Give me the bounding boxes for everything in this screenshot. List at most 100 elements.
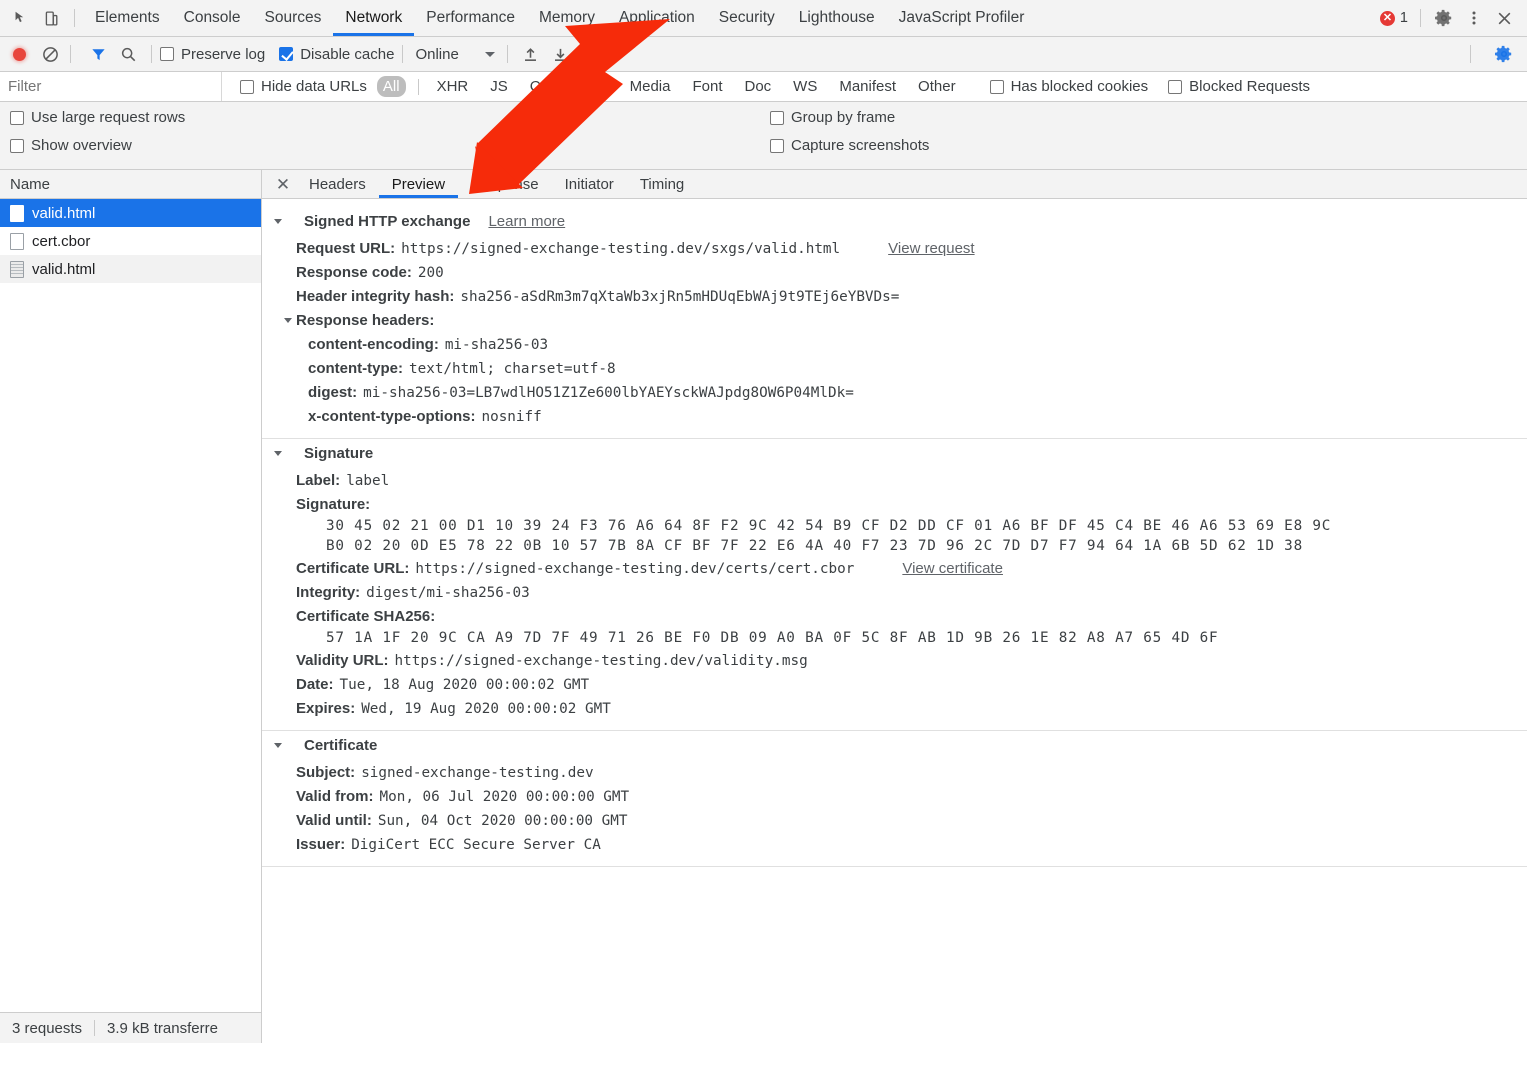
chevron-down-icon (284, 318, 292, 323)
request-url-key: Request URL: (296, 240, 395, 257)
import-har-icon[interactable] (516, 39, 546, 69)
valid-until-key: Valid until: (296, 812, 372, 829)
column-header-name: Name (10, 176, 50, 193)
certificate-section-header[interactable]: Certificate (262, 731, 1527, 760)
panel-tab-lighthouse[interactable]: Lighthouse (787, 0, 887, 36)
type-filter-other[interactable]: Other (912, 76, 962, 97)
signed-exchange-section-header[interactable]: Signed HTTP exchange Learn more (262, 207, 1527, 236)
divider (70, 45, 71, 63)
view-request-link[interactable]: View request (888, 240, 974, 257)
label-key: Label: (296, 472, 340, 489)
filter-input[interactable] (0, 72, 222, 101)
type-filter-all[interactable]: All (377, 76, 406, 97)
response-code-key: Response code: (296, 264, 412, 281)
type-filter-xhr[interactable]: XHR (431, 76, 475, 97)
section-title: Signed HTTP exchange (304, 213, 470, 230)
type-filter-css[interactable]: CSS (524, 76, 567, 97)
type-filter-doc[interactable]: Doc (738, 76, 777, 97)
network-control-toolbar: Preserve log Disable cache Online (0, 37, 1527, 72)
device-toolbar-icon[interactable] (36, 3, 66, 33)
panel-tab-security[interactable]: Security (707, 0, 787, 36)
view-certificate-link[interactable]: View certificate (902, 560, 1003, 577)
detail-tab-response[interactable]: Response (458, 170, 552, 198)
checkbox-box (160, 47, 174, 61)
learn-more-link[interactable]: Learn more (488, 213, 565, 230)
more-vertical-icon[interactable] (1459, 3, 1489, 33)
panel-tab-network[interactable]: Network (333, 0, 414, 36)
signature-section-header[interactable]: Signature (262, 439, 1527, 468)
type-filter-js[interactable]: JS (484, 76, 514, 97)
subject-value: signed-exchange-testing.dev (361, 765, 593, 781)
clear-icon[interactable] (38, 42, 62, 66)
response-header-row: digest: mi-sha256-03=LB7wdlHO51Z1Ze600lb… (262, 380, 1527, 404)
record-button-icon[interactable] (8, 43, 30, 65)
has-blocked-cookies-checkbox[interactable]: Has blocked cookies (990, 78, 1149, 95)
gear-icon[interactable] (1489, 39, 1519, 69)
panel-tab-performance[interactable]: Performance (414, 0, 527, 36)
divider (151, 45, 152, 63)
type-filter-ws[interactable]: WS (787, 76, 823, 97)
chevron-down-icon (485, 52, 495, 57)
panel-tab-javascript-profiler[interactable]: JavaScript Profiler (887, 0, 1037, 36)
panel-tab-application[interactable]: Application (607, 0, 707, 36)
search-icon[interactable] (113, 39, 143, 69)
panel-tab-sources[interactable]: Sources (253, 0, 334, 36)
date-value: Tue, 18 Aug 2020 00:00:02 GMT (340, 677, 590, 693)
show-overview-checkbox[interactable]: Show overview (10, 137, 770, 154)
capture-screenshots-label: Capture screenshots (791, 137, 929, 154)
transferred-size-label: 3.9 kB transferre (95, 1020, 230, 1037)
blocked-requests-label: Blocked Requests (1189, 78, 1310, 95)
network-toolbar-right (1462, 39, 1527, 69)
section-title: Signature (304, 445, 373, 462)
type-filter-font[interactable]: Font (686, 76, 728, 97)
throttling-dropdown[interactable]: Online (411, 46, 498, 63)
type-filter-media[interactable]: Media (624, 76, 677, 97)
preserve-log-checkbox[interactable]: Preserve log (160, 46, 265, 63)
export-har-icon[interactable] (546, 39, 576, 69)
detail-tab-timing[interactable]: Timing (627, 170, 697, 198)
type-filter-img[interactable]: Img (577, 76, 614, 97)
group-by-frame-checkbox[interactable]: Group by frame (770, 109, 929, 126)
response-code-value: 200 (418, 265, 444, 281)
chevron-down-icon (274, 451, 282, 456)
blocked-requests-checkbox[interactable]: Blocked Requests (1168, 78, 1310, 95)
panel-tab-console[interactable]: Console (172, 0, 253, 36)
gear-icon[interactable] (1429, 3, 1459, 33)
request-row-cert-cbor[interactable]: cert.cbor (0, 227, 261, 255)
response-headers-subheader[interactable]: Response headers: (262, 308, 1527, 332)
certificate-valid-until-row: Valid until: Sun, 04 Oct 2020 00:00:00 G… (262, 808, 1527, 832)
header-integrity-value: sha256-aSdRm3m7qXtaWb3xjRn5mHDUqEbWAj9t9… (460, 289, 899, 305)
header-value: mi-sha256-03=LB7wdlHO51Z1Ze600lbYAEYsckW… (363, 385, 854, 401)
request-url-value: https://signed-exchange-testing.dev/sxgs… (401, 241, 840, 257)
checkbox-box (990, 80, 1004, 94)
type-filter-manifest[interactable]: Manifest (833, 76, 902, 97)
request-row-valid-html-sxg[interactable]: valid.html (0, 199, 261, 227)
throttling-value: Online (415, 46, 458, 63)
close-icon[interactable]: ✕ (270, 171, 296, 197)
error-count-badge[interactable]: ✕ 1 (1380, 10, 1412, 26)
request-detail-pane: ✕ Headers Preview Response Initiator Tim… (262, 170, 1527, 1043)
request-list-column-header[interactable]: Name (0, 170, 261, 199)
detail-tab-initiator[interactable]: Initiator (552, 170, 627, 198)
certificate-subject-row: Subject: signed-exchange-testing.dev (262, 760, 1527, 784)
checkbox-box (770, 139, 784, 153)
integrity-key: Integrity: (296, 584, 360, 601)
detail-tab-preview[interactable]: Preview (379, 170, 458, 198)
request-row-valid-html[interactable]: valid.html (0, 255, 261, 283)
show-overview-label: Show overview (31, 137, 132, 154)
header-name: digest: (308, 384, 357, 401)
panel-tabbar-actions: ✕ 1 (1380, 3, 1527, 33)
preserve-log-label: Preserve log (181, 46, 265, 63)
valid-until-value: Sun, 04 Oct 2020 00:00:00 GMT (378, 813, 628, 829)
detail-tab-headers[interactable]: Headers (296, 170, 379, 198)
inspect-element-icon[interactable] (6, 3, 36, 33)
hide-data-urls-checkbox[interactable]: Hide data URLs (222, 78, 367, 95)
disable-cache-checkbox[interactable]: Disable cache (279, 46, 394, 63)
capture-screenshots-checkbox[interactable]: Capture screenshots (770, 137, 929, 154)
use-large-request-rows-checkbox[interactable]: Use large request rows (10, 109, 770, 126)
close-icon[interactable] (1489, 3, 1519, 33)
signature-hex-line: 30 45 02 21 00 D1 10 39 24 F3 76 A6 64 8… (262, 516, 1527, 536)
panel-tab-elements[interactable]: Elements (83, 0, 172, 36)
filter-funnel-icon[interactable] (83, 39, 113, 69)
panel-tab-memory[interactable]: Memory (527, 0, 607, 36)
